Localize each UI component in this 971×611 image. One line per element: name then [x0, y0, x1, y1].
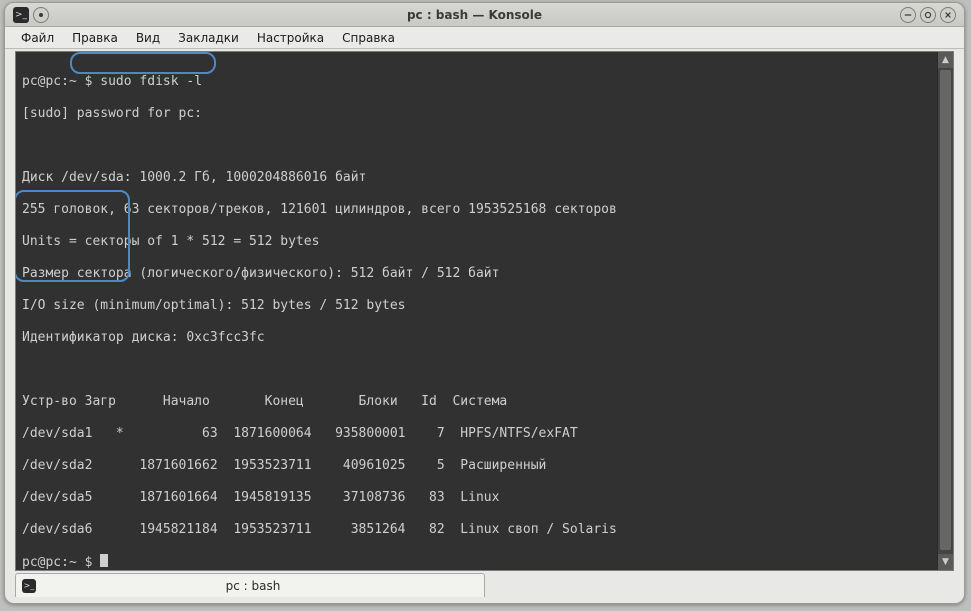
prompt-symbol-2: $ — [85, 555, 93, 570]
close-button[interactable] — [940, 7, 956, 23]
prompt-symbol: $ — [85, 74, 93, 89]
tab-pc-bash[interactable]: >_ pc : bash — [15, 573, 485, 597]
menu-help[interactable]: Справка — [334, 29, 403, 47]
blank-line — [22, 138, 931, 154]
menubar: Файл Правка Вид Закладки Настройка Справ… — [5, 27, 964, 49]
prompt-user-2: pc@pc:~ — [22, 555, 77, 570]
tab-label: pc : bash — [42, 579, 484, 593]
disk-id-line: Идентификатор диска: 0xc3fcc3fc — [22, 330, 931, 346]
sudo-password-line: [sudo] password for pc: — [22, 106, 931, 122]
menu-bookmarks[interactable]: Закладки — [170, 29, 247, 47]
partition-row-sda1: /dev/sda1 * 63 1871600064 935800001 7 HP… — [22, 426, 931, 442]
terminal-icon: >_ — [22, 579, 36, 593]
scrollbar[interactable]: ▲ ▼ — [937, 52, 953, 570]
window-title: pc : bash — Konsole — [49, 8, 900, 22]
prompt-user: pc@pc:~ — [22, 74, 77, 89]
command-text: sudo fdisk -l — [100, 74, 202, 89]
menu-edit[interactable]: Правка — [64, 29, 126, 47]
io-size-line: I/O size (minimum/optimal): 512 bytes / … — [22, 298, 931, 314]
konsole-window: >_ pc : bash — Konsole Файл Правка Вид З… — [4, 2, 965, 604]
menu-file[interactable]: Файл — [13, 29, 62, 47]
disk-line: Диск /dev/sda: 1000.2 Гб, 1000204886016 … — [22, 170, 931, 186]
scroll-thumb[interactable] — [940, 70, 951, 550]
partition-row-sda5: /dev/sda5 1871601664 1945819135 37108736… — [22, 490, 931, 506]
highlight-command — [70, 52, 216, 74]
tabbar: >_ pc : bash — [15, 573, 954, 597]
partition-row-sda6: /dev/sda6 1945821184 1953523711 3851264 … — [22, 522, 931, 538]
prompt-line-2: pc@pc:~ $ — [22, 554, 931, 570]
menu-view[interactable]: Вид — [128, 29, 168, 47]
titlebar: >_ pc : bash — Konsole — [5, 3, 964, 27]
menu-settings[interactable]: Настройка — [249, 29, 332, 47]
sector-size-line: Размер сектора (логического/физического)… — [22, 266, 931, 282]
maximize-button[interactable] — [920, 7, 936, 23]
heads-line: 255 головок, 63 секторов/треков, 121601 … — [22, 202, 931, 218]
blank-line-2 — [22, 362, 931, 378]
cursor — [100, 554, 108, 567]
prompt-line-1: pc@pc:~ $ sudo fdisk -l — [22, 74, 931, 90]
scroll-down-button[interactable]: ▼ — [938, 554, 953, 570]
partition-row-sda2: /dev/sda2 1871601662 1953523711 40961025… — [22, 458, 931, 474]
terminal[interactable]: pc@pc:~ $ sudo fdisk -l [sudo] password … — [16, 52, 937, 570]
terminal-area: pc@pc:~ $ sudo fdisk -l [sudo] password … — [15, 51, 954, 571]
titlebar-left-icons: >_ — [5, 7, 49, 23]
titlebar-pin-button[interactable] — [33, 7, 49, 23]
partition-table-header: Устр-во Загр Начало Конец Блоки Id Систе… — [22, 394, 931, 410]
window-controls — [900, 7, 964, 23]
app-icon: >_ — [13, 7, 29, 23]
scroll-up-button[interactable]: ▲ — [938, 52, 953, 68]
units-line: Units = секторы of 1 * 512 = 512 bytes — [22, 234, 931, 250]
minimize-button[interactable] — [900, 7, 916, 23]
